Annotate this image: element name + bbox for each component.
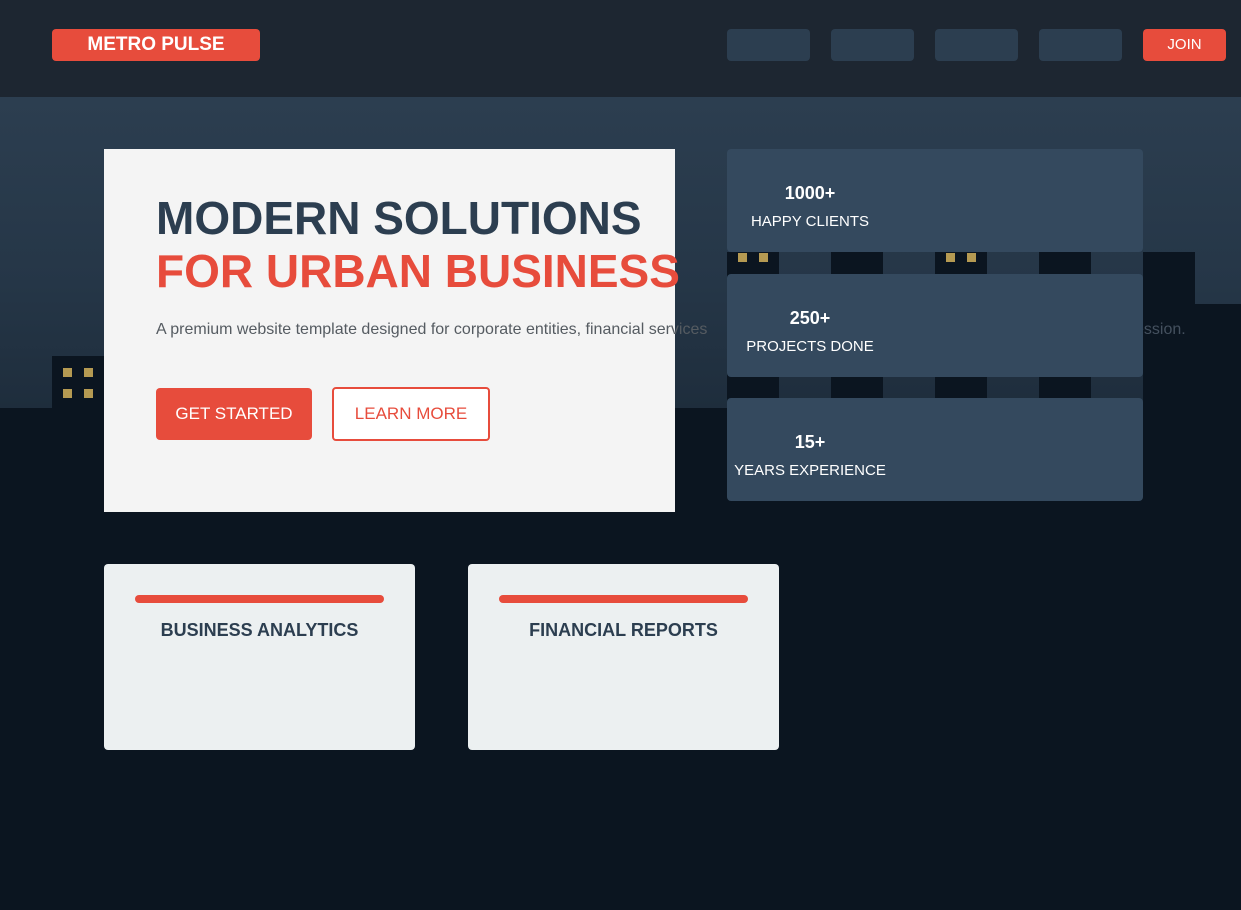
nav-item-1[interactable] xyxy=(727,29,810,61)
page: METRO PULSE JOIN ession. MODERN SOLUTION… xyxy=(0,0,1241,910)
stat-card-clients: 1000+ HAPPY CLIENTS xyxy=(727,149,1143,252)
building-window xyxy=(63,368,72,377)
stat-card-projects: 250+ PROJECTS DONE xyxy=(727,274,1143,377)
hero-card: MODERN SOLUTIONS FOR URBAN BUSINESS A pr… xyxy=(104,149,707,512)
feature-card-analytics[interactable]: BUSINESS ANALYTICS xyxy=(104,564,415,750)
stat-card-experience: 15+ YEARS EXPERIENCE xyxy=(727,398,1143,501)
skyline-building xyxy=(52,356,104,416)
building-window xyxy=(967,253,976,262)
site-header: METRO PULSE JOIN xyxy=(0,0,1241,97)
feature-card-reports[interactable]: FINANCIAL REPORTS xyxy=(468,564,779,750)
feature-title: FINANCIAL REPORTS xyxy=(529,620,718,640)
skyline-building xyxy=(1195,304,1241,414)
get-started-button[interactable]: GET STARTED xyxy=(156,388,312,440)
hero-title-line1: MODERN SOLUTIONS xyxy=(156,192,642,244)
building-window xyxy=(63,389,72,398)
join-button[interactable]: JOIN xyxy=(1143,29,1226,61)
logo[interactable]: METRO PULSE xyxy=(52,29,260,61)
building-window xyxy=(738,253,747,262)
hero-title-line2: FOR URBAN BUSINESS xyxy=(156,245,680,297)
building-window xyxy=(84,389,93,398)
feature-accent-bar xyxy=(499,595,748,603)
building-window xyxy=(759,253,768,262)
stat-value: 15+ xyxy=(794,432,826,452)
stat-label: PROJECTS DONE xyxy=(746,338,874,355)
stat-label: YEARS EXPERIENCE xyxy=(734,462,886,479)
feature-accent-bar xyxy=(135,595,384,603)
nav-item-3[interactable] xyxy=(935,29,1018,61)
stat-value: 1000+ xyxy=(784,183,836,203)
feature-title: BUSINESS ANALYTICS xyxy=(160,620,359,640)
nav-item-2[interactable] xyxy=(831,29,914,61)
learn-more-button[interactable]: LEARN MORE xyxy=(332,387,490,441)
building-window xyxy=(946,253,955,262)
hero-description: A premium website template designed for … xyxy=(156,321,708,338)
stat-value: 250+ xyxy=(789,308,831,328)
building-window xyxy=(84,368,93,377)
stat-label: HAPPY CLIENTS xyxy=(750,213,870,230)
nav-item-4[interactable] xyxy=(1039,29,1122,61)
